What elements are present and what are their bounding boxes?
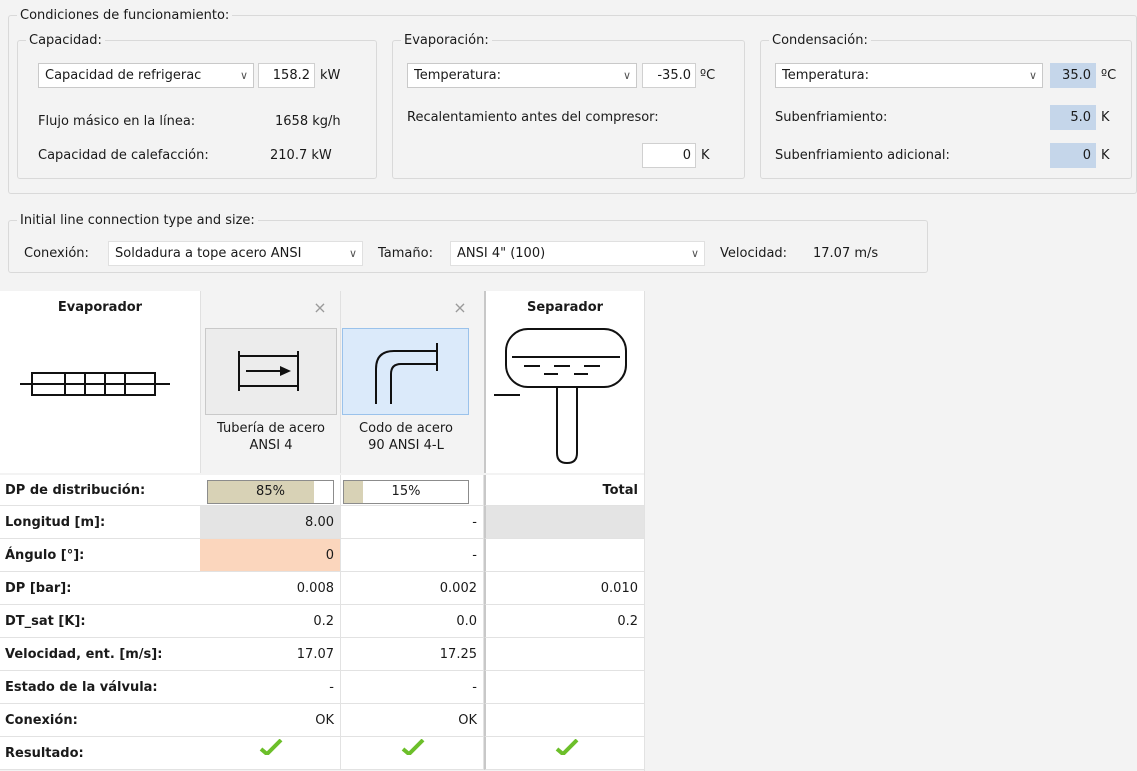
table-cell: [484, 539, 645, 572]
condensation-type-value: Temperatura:: [782, 68, 869, 83]
row-label: Velocidad, ent. [m/s]:: [0, 638, 200, 671]
superheat-label: Recalentamiento antes del compresor:: [407, 110, 659, 125]
evaporator-icon: [20, 365, 170, 409]
mass-flow-value: 1658 kg/h: [275, 114, 341, 129]
size-select[interactable]: ANSI 4" (100) ∨: [450, 241, 705, 266]
chevron-down-icon: ∨: [348, 247, 358, 260]
condensation-unit: ºC: [1101, 68, 1117, 83]
distribution-pct-pipe: 85%: [256, 484, 285, 499]
connection-type-value: Soldadura a tope acero ANSI: [115, 246, 302, 261]
table-cell: [484, 704, 645, 737]
subcooling-label: Subenfriamiento:: [775, 110, 888, 125]
capacity-value-input[interactable]: 158.2: [258, 63, 315, 88]
table-cell: 0.0: [341, 605, 484, 638]
operating-conditions-title: Condiciones de funcionamiento:: [20, 8, 230, 23]
superheat-input[interactable]: 0: [642, 143, 696, 168]
elbow-component-label: Codo de acero: [359, 421, 453, 436]
pipe-component-label: Tubería de acero: [216, 421, 326, 436]
table-cell: [484, 638, 645, 671]
table-cell: OK: [200, 704, 341, 737]
pipe-component-button[interactable]: [205, 328, 337, 415]
table-cell: [484, 506, 645, 539]
row-label: Ángulo [°]:: [0, 539, 200, 572]
capacity-unit: kW: [320, 68, 341, 83]
table-cell: 17.25: [341, 638, 484, 671]
separator-icon: [494, 327, 634, 471]
condensation-temp-input[interactable]: 35.0: [1050, 63, 1096, 88]
distribution-total: Total: [484, 475, 645, 506]
chevron-down-icon: ∨: [1028, 69, 1038, 82]
row-label: DP [bar]:: [0, 572, 200, 605]
chevron-down-icon: ∨: [239, 69, 249, 82]
table-cell: OK: [341, 704, 484, 737]
row-label: Resultado:: [0, 737, 200, 770]
row-label: Estado de la válvula:: [0, 671, 200, 704]
velocity-label: Velocidad:: [720, 246, 788, 261]
distribution-bar-elbow[interactable]: 15%: [343, 480, 469, 504]
heating-capacity-label: Capacidad de calefacción:: [38, 148, 209, 163]
evaporation-type-value: Temperatura:: [414, 68, 501, 83]
evaporation-temp-input[interactable]: -35.0: [642, 63, 696, 88]
table-cell: [341, 737, 484, 770]
table-cell: 0.2: [484, 605, 645, 638]
mass-flow-label: Flujo másico en la línea:: [38, 114, 196, 129]
table-cell: -: [341, 671, 484, 704]
heating-capacity-value: 210.7 kW: [270, 148, 332, 163]
table-cell: -: [200, 671, 341, 704]
chevron-down-icon: ∨: [622, 69, 632, 82]
chevron-down-icon: ∨: [690, 247, 700, 260]
pipe-component-sublabel: ANSI 4: [249, 438, 293, 453]
separator-header: Separador: [486, 291, 644, 324]
extra-subcooling-unit: K: [1101, 148, 1110, 163]
close-icon[interactable]: ×: [300, 291, 340, 324]
evaporation-title: Evaporación:: [404, 33, 489, 48]
distribution-pct-elbow: 15%: [391, 484, 421, 499]
size-label: Tamaño:: [378, 246, 433, 261]
elbow-icon: [375, 343, 438, 404]
check-icon: [555, 739, 578, 755]
table-cell: 0.002: [341, 572, 484, 605]
capacity-type-value: Capacidad de refrigerac: [45, 68, 202, 83]
table-cell: [200, 737, 341, 770]
table-cell: [484, 737, 645, 770]
evaporator-header: Evaporador: [0, 291, 200, 324]
components-table: Evaporador × × Separador Tubería de acer…: [0, 291, 680, 771]
elbow-component-sublabel: 90 ANSI 4-L: [368, 438, 444, 453]
connection-type-label: Conexión:: [24, 246, 89, 261]
table-cell: [484, 671, 645, 704]
extra-subcooling-label: Subenfriamiento adicional:: [775, 148, 950, 163]
close-icon[interactable]: ×: [440, 291, 480, 324]
check-icon: [401, 739, 424, 755]
evaporation-unit: ºC: [700, 68, 716, 83]
table-cell: 17.07: [200, 638, 341, 671]
capacity-type-select[interactable]: Capacidad de refrigerac ∨: [38, 63, 254, 88]
velocity-value: 17.07 m/s: [813, 246, 879, 261]
capacity-title: Capacidad:: [29, 33, 102, 48]
subcooling-input[interactable]: 5.0: [1050, 105, 1096, 130]
table-cell: 0.2: [200, 605, 341, 638]
table-cell: -: [341, 539, 484, 572]
pipe-icon: [238, 351, 299, 391]
connection-type-select[interactable]: Soldadura a tope acero ANSI ∨: [108, 241, 363, 266]
condensation-type-select[interactable]: Temperatura: ∨: [775, 63, 1043, 88]
distribution-label: DP de distribución:: [0, 475, 200, 506]
superheat-unit: K: [701, 148, 710, 163]
check-icon: [259, 739, 282, 755]
extra-subcooling-input[interactable]: 0: [1050, 143, 1096, 168]
condensation-title: Condensación:: [772, 33, 868, 48]
elbow-component-button[interactable]: [342, 328, 469, 415]
subcooling-unit: K: [1101, 110, 1110, 125]
table-cell[interactable]: 8.00: [200, 506, 341, 539]
connection-title: Initial line connection type and size:: [20, 213, 255, 228]
evaporation-type-select[interactable]: Temperatura: ∨: [407, 63, 637, 88]
distribution-bar-pipe[interactable]: 85%: [207, 480, 334, 504]
row-label: DT_sat [K]:: [0, 605, 200, 638]
row-label: Conexión:: [0, 704, 200, 737]
table-cell: -: [341, 506, 484, 539]
size-value: ANSI 4" (100): [457, 246, 546, 261]
table-cell: 0.008: [200, 572, 341, 605]
table-cell: 0.010: [484, 572, 645, 605]
row-label: Longitud [m]:: [0, 506, 200, 539]
table-cell[interactable]: 0: [200, 539, 341, 572]
